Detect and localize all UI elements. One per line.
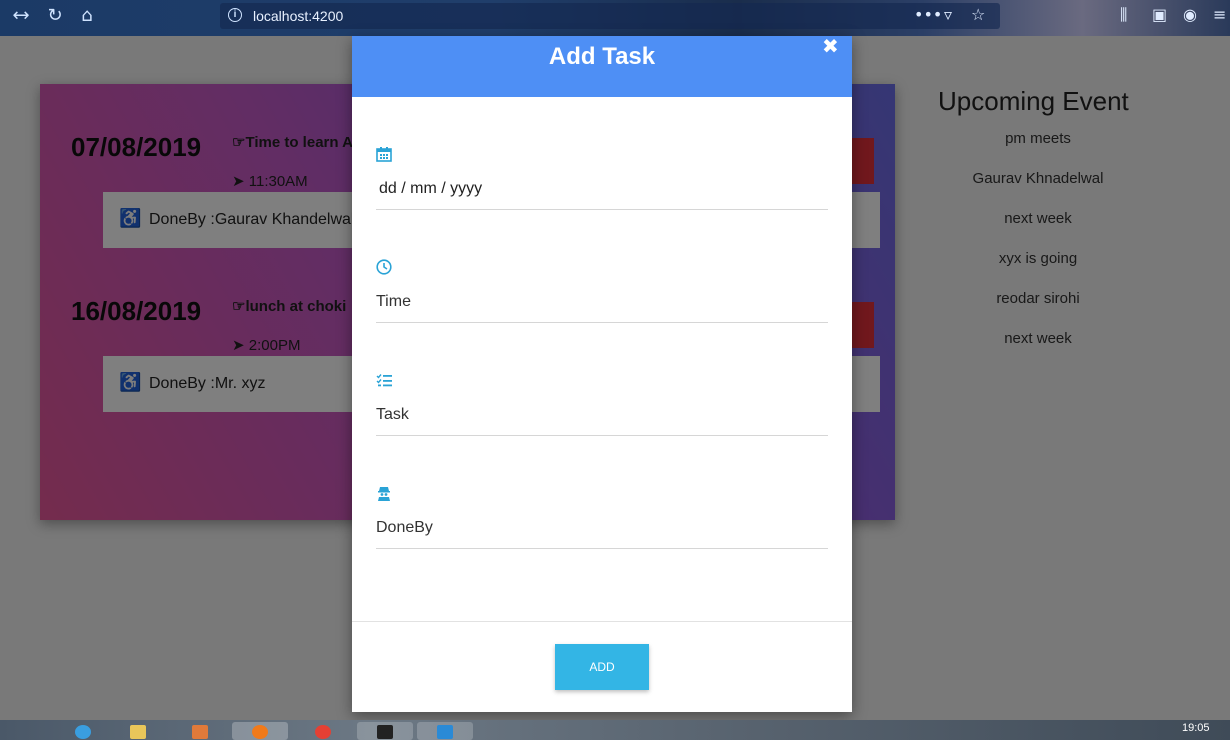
modal-title: Add Task	[548, 43, 656, 70]
bookmark-star-icon[interactable]: ☆	[971, 5, 985, 24]
clock-icon	[376, 259, 392, 275]
system-clock[interactable]: 19:05	[1182, 722, 1210, 734]
modal-footer-divider	[352, 621, 852, 622]
browser-toolbar: ← → ↻ ⌂ i localhost:4200 ••• ▿ ☆ ⫼ ▣ ◉ ≡	[0, 0, 1230, 36]
terminal-icon[interactable]	[357, 722, 413, 740]
page-actions-button[interactable]: •••	[914, 5, 942, 24]
reload-icon[interactable]: ↻	[41, 4, 69, 28]
doneby-field[interactable]: DoneBy	[376, 485, 828, 549]
library-icon[interactable]: ⫼	[1120, 5, 1127, 25]
sidebar-icon[interactable]: ▣	[1152, 5, 1167, 24]
modal-header: Add Task ✖	[352, 34, 852, 97]
url-bar[interactable]: i localhost:4200	[220, 3, 1000, 29]
date-input-value[interactable]: dd / mm / yyyy	[379, 180, 482, 198]
media-icon[interactable]	[172, 722, 228, 740]
add-button[interactable]: ADD	[555, 644, 649, 690]
url-text[interactable]: localhost:4200	[253, 8, 343, 24]
time-input-placeholder[interactable]: Time	[376, 293, 411, 311]
task-input-placeholder[interactable]: Task	[376, 406, 409, 424]
ie-icon[interactable]	[55, 722, 111, 740]
forward-icon[interactable]: →	[8, 4, 36, 28]
close-icon[interactable]: ✖	[822, 34, 839, 58]
add-task-modal: Add Task ✖ dd / mm / yyyy Time Task Done…	[352, 34, 852, 712]
doneby-input-placeholder[interactable]: DoneBy	[376, 519, 433, 537]
task-list-icon	[376, 374, 392, 387]
account-icon[interactable]: ◉	[1183, 5, 1197, 24]
time-field[interactable]: Time	[376, 259, 828, 323]
pocket-icon[interactable]: ▿	[944, 5, 952, 24]
info-icon[interactable]: i	[228, 8, 242, 22]
chrome-icon[interactable]	[295, 722, 351, 740]
date-field[interactable]: dd / mm / yyyy	[376, 146, 828, 210]
os-taskbar: 19:05	[0, 720, 1230, 740]
vscode-icon[interactable]	[417, 722, 473, 740]
calendar-icon	[376, 147, 392, 162]
folder-icon[interactable]	[110, 722, 166, 740]
firefox-icon[interactable]	[232, 722, 288, 740]
user-secret-icon	[378, 487, 390, 501]
menu-icon[interactable]: ≡	[1213, 5, 1226, 24]
home-icon[interactable]: ⌂	[73, 4, 101, 28]
task-field[interactable]: Task	[376, 372, 828, 436]
